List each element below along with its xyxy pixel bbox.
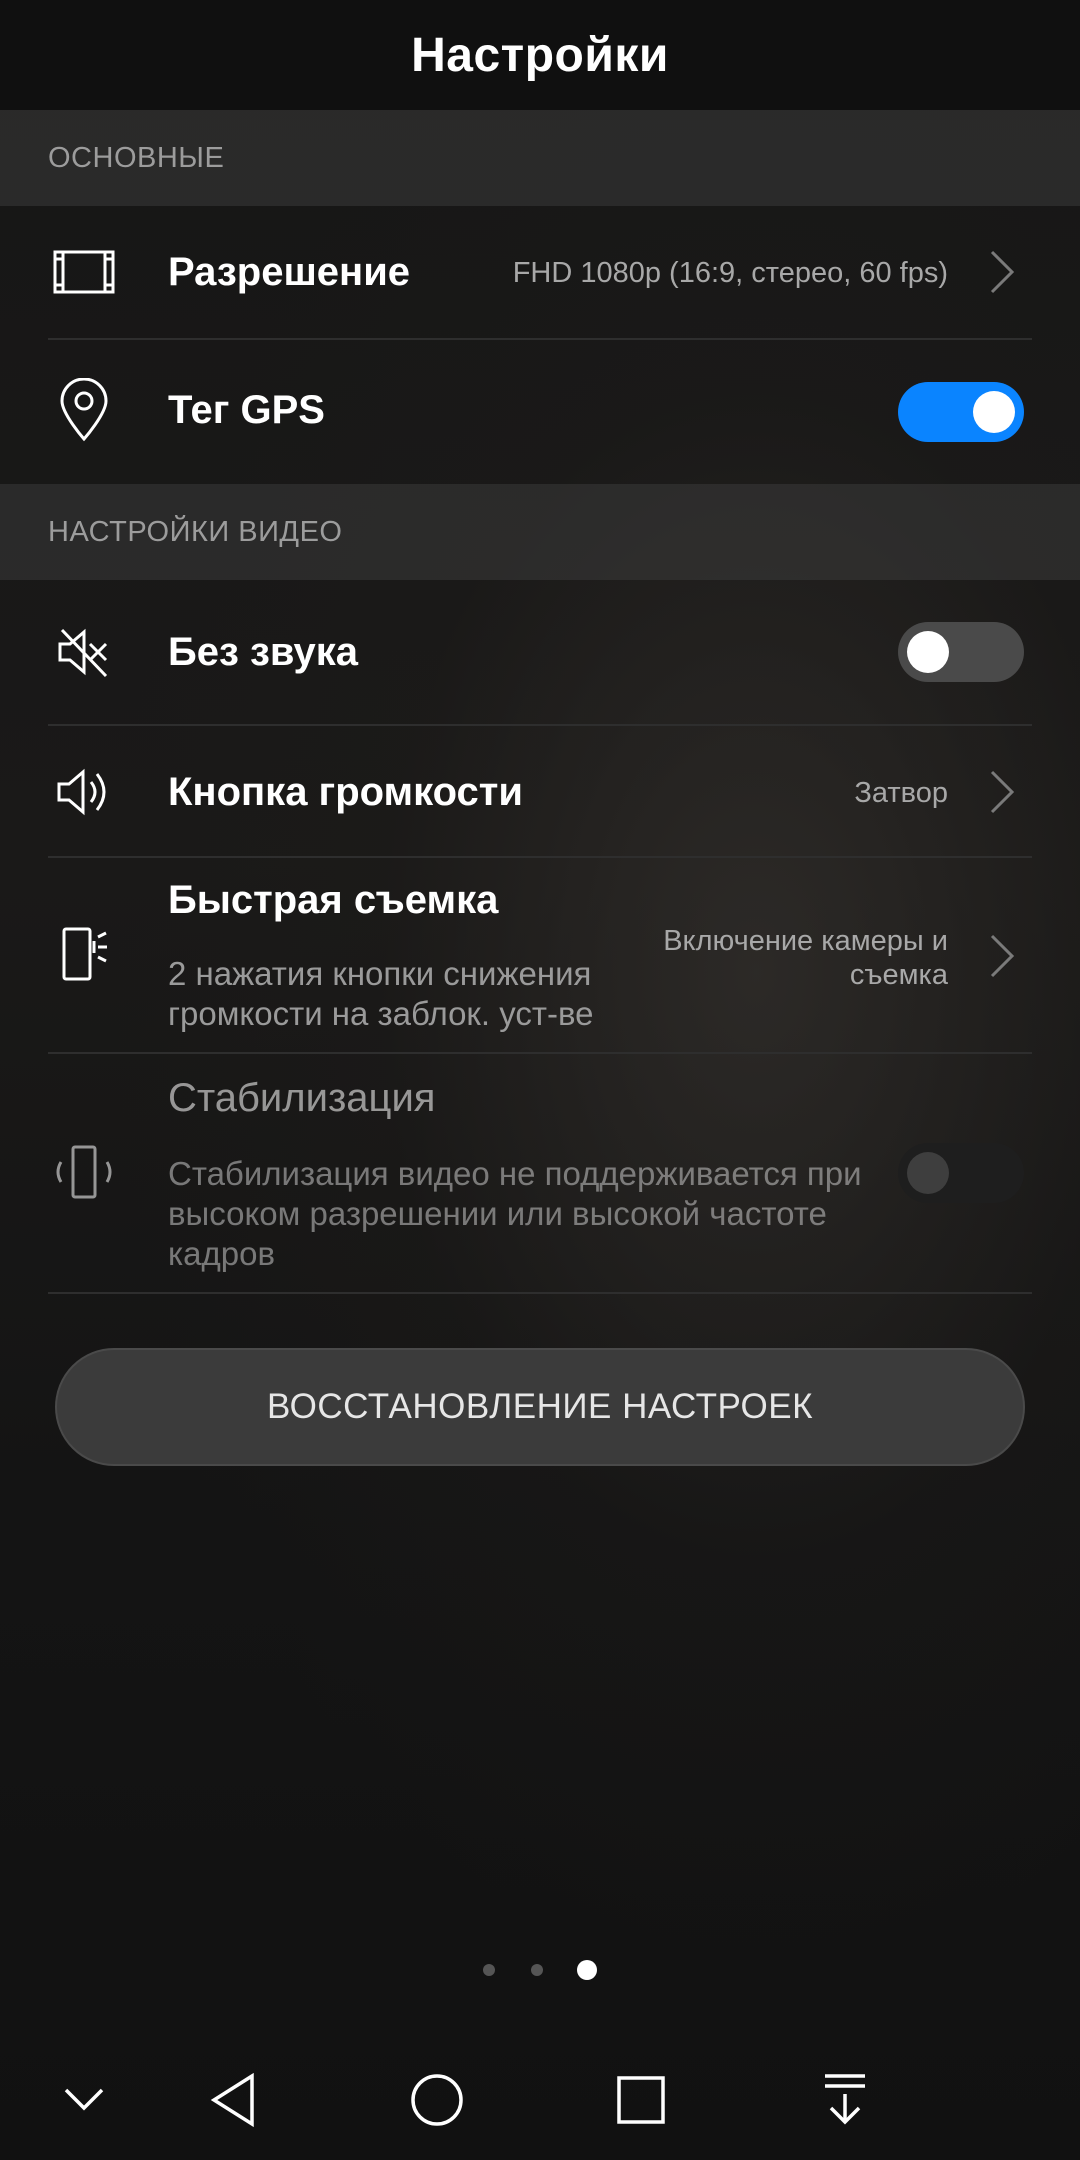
quick-shot-row[interactable]: Быстрая съемка 2 нажатия кнопки снижения… xyxy=(0,858,1080,1052)
quick-shot-description-line: 2 нажатия кнопки снижения xyxy=(168,955,592,992)
volume-key-row[interactable]: Кнопка громкости Затвор xyxy=(0,726,1080,858)
resolution-value: FHD 1080p (16:9, стерео, 60 fps) xyxy=(512,257,948,289)
toggle-knob xyxy=(973,391,1015,433)
quick-shot-value-line: Включение камеры и xyxy=(663,925,948,957)
recents-square-icon[interactable] xyxy=(601,2060,681,2140)
camera-settings-screen: Настройки ОСНОВНЫЕ Разрешение FHD 1080p … xyxy=(0,0,1080,2160)
section-title-video: НАСТРОЙКИ ВИДЕО xyxy=(48,515,343,548)
title-bar: Настройки xyxy=(0,0,1080,110)
mute-toggle[interactable] xyxy=(898,622,1024,682)
volume-key-value: Затвор xyxy=(854,777,948,809)
resolution-row[interactable]: Разрешение FHD 1080p (16:9, стерео, 60 f… xyxy=(0,206,1080,338)
stabilization-toggle xyxy=(898,1143,1024,1203)
section-title-basic: ОСНОВНЫЕ xyxy=(48,141,225,174)
quick-shot-description-line: громкости на заблок. уст-ве xyxy=(168,995,594,1032)
quick-shot-value: Включение камеры и съемка xyxy=(663,924,948,992)
toggle-knob xyxy=(907,1152,949,1194)
mute-label: Без звука xyxy=(168,630,358,674)
phone-side-button-icon xyxy=(48,918,120,990)
chevron-right-icon xyxy=(990,770,1015,814)
page-title: Настройки xyxy=(411,28,669,82)
stabilization-row: Стабилизация Стабилизация видео не подде… xyxy=(0,1054,1080,1292)
location-pin-icon xyxy=(48,374,120,446)
phone-stabilization-icon xyxy=(48,1136,120,1208)
gps-tag-toggle[interactable] xyxy=(898,382,1024,442)
quick-shot-description: 2 нажатия кнопки снижения громкости на з… xyxy=(168,954,593,1034)
stabilization-description: Стабилизация видео не поддерживается при… xyxy=(168,1154,862,1274)
stabilization-description-line: кадров xyxy=(168,1235,276,1272)
gps-tag-label: Тег GPS xyxy=(168,388,325,432)
mute-row[interactable]: Без звука xyxy=(0,580,1080,724)
volume-key-label: Кнопка громкости xyxy=(168,770,523,814)
quick-shot-value-line: съемка xyxy=(849,959,948,991)
divider xyxy=(48,1292,1032,1294)
quick-shot-label: Быстрая съемка xyxy=(168,878,499,922)
page-dot xyxy=(531,1964,543,1976)
section-header-video: НАСТРОЙКИ ВИДЕО xyxy=(0,484,1080,580)
back-triangle-icon[interactable] xyxy=(193,2060,273,2140)
gps-tag-row[interactable]: Тег GPS xyxy=(0,340,1080,484)
stabilization-label: Стабилизация xyxy=(168,1076,436,1120)
system-navigation-bar xyxy=(0,2040,1080,2160)
section-header-basic: ОСНОВНЫЕ xyxy=(0,110,1080,206)
home-circle-icon[interactable] xyxy=(397,2060,477,2140)
speaker-muted-icon xyxy=(48,616,120,688)
reset-settings-button[interactable]: ВОССТАНОВЛЕНИЕ НАСТРОЕК xyxy=(55,1348,1025,1466)
toggle-knob xyxy=(907,631,949,673)
stabilization-description-line: высоком разрешении или высокой частоте xyxy=(168,1195,827,1232)
notification-pulldown-icon[interactable] xyxy=(805,2060,885,2140)
stabilization-description-line: Стабилизация видео не поддерживается при xyxy=(168,1155,862,1192)
page-dot xyxy=(483,1964,495,1976)
chevron-right-icon xyxy=(990,250,1015,294)
page-dot-active xyxy=(577,1960,597,1980)
chevron-right-icon xyxy=(990,934,1015,978)
film-frame-icon xyxy=(48,236,120,308)
reset-settings-label: ВОССТАНОВЛЕНИЕ НАСТРОЕК xyxy=(266,1387,813,1426)
speaker-icon xyxy=(48,756,120,828)
chevron-down-icon[interactable] xyxy=(44,2060,124,2140)
page-indicator xyxy=(0,1960,1080,1980)
resolution-label: Разрешение xyxy=(168,250,411,294)
